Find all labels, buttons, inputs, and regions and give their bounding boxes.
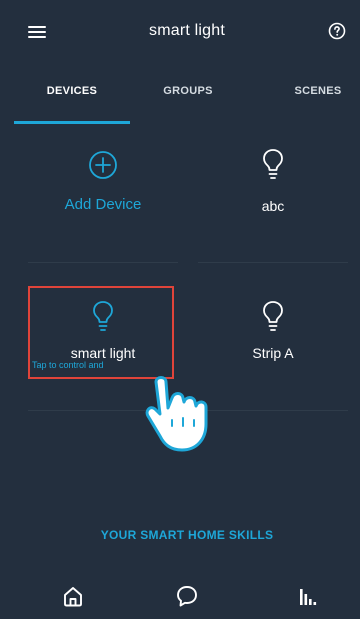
add-device-label: Add Device (64, 196, 142, 213)
activity-icon[interactable] (292, 581, 322, 611)
bulb-icon (263, 149, 283, 179)
device-label: smart light (70, 345, 136, 361)
smart-home-skills-link[interactable]: YOUR SMART HOME SKILLS (14, 528, 360, 542)
grid-divider (28, 262, 178, 263)
add-device-button[interactable]: Add Device (28, 140, 178, 250)
device-tile-strip-a[interactable]: Strip A (198, 288, 348, 398)
app-header: smart light (14, 10, 360, 54)
bulb-icon (93, 301, 113, 331)
tab-bar: DEVICES GROUPS SCENES (14, 76, 360, 126)
grid-divider (198, 262, 348, 263)
device-label: abc (261, 198, 285, 214)
bulb-icon (263, 301, 283, 331)
chat-icon[interactable] (172, 581, 202, 611)
app-screen: smart light DEVICES GROUPS SCENES Add De… (14, 10, 360, 619)
grid-divider (28, 410, 348, 411)
device-tile-abc[interactable]: abc (198, 140, 348, 250)
bottom-nav (14, 577, 360, 619)
home-icon[interactable] (58, 581, 88, 611)
add-circle-icon (89, 151, 117, 179)
tap-hint: Tap to control and (32, 360, 104, 370)
active-tab-indicator (14, 121, 130, 124)
tab-devices[interactable]: DEVICES (14, 76, 130, 122)
device-tile-smart-light[interactable]: smart light (28, 288, 178, 398)
page-title: smart light (149, 22, 225, 39)
tab-groups[interactable]: GROUPS (130, 76, 246, 122)
device-label: Strip A (252, 345, 294, 361)
tab-scenes[interactable]: SCENES (246, 76, 360, 122)
help-circle-icon[interactable] (328, 22, 346, 40)
